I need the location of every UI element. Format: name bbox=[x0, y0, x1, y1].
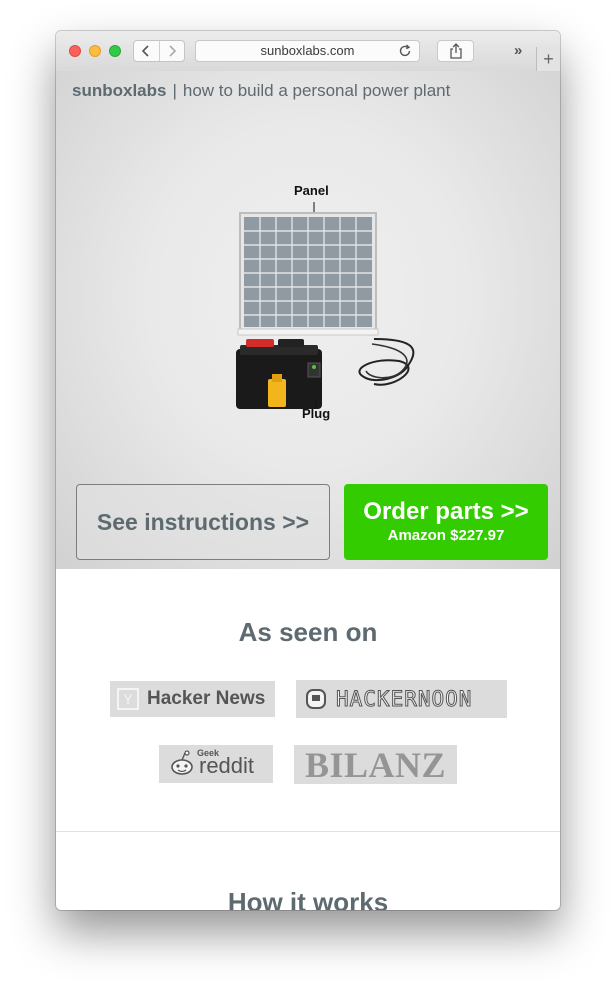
bilanz-logo[interactable]: BILANZ bbox=[294, 744, 457, 785]
reddit-alien-icon bbox=[171, 750, 193, 775]
forward-button[interactable] bbox=[158, 41, 185, 61]
how-it-works-heading: How it works bbox=[227, 887, 389, 910]
hacker-news-text: Hacker News bbox=[147, 688, 266, 709]
new-tab-button[interactable]: + bbox=[536, 47, 560, 71]
site-tagline: how to build a personal power plant bbox=[182, 81, 451, 100]
brand-name[interactable]: sunboxlabs bbox=[72, 81, 166, 100]
header-separator: | bbox=[172, 81, 177, 100]
url-text: sunboxlabs.com bbox=[260, 43, 355, 58]
geek-reddit-logo[interactable]: Geek reddit bbox=[159, 745, 273, 783]
close-window-button[interactable] bbox=[69, 45, 81, 57]
order-price: Amazon $227.97 bbox=[387, 527, 505, 544]
reddit-text: reddit bbox=[199, 753, 255, 778]
reload-icon[interactable] bbox=[397, 43, 413, 59]
section-divider bbox=[56, 831, 560, 832]
site-header: sunboxlabs | how to build a personal power… bbox=[72, 81, 450, 101]
hacker-news-logo[interactable]: Y Hacker News bbox=[110, 681, 275, 717]
see-instructions-button[interactable]: See instructions >> bbox=[76, 484, 330, 560]
order-parts-label: Order parts >> bbox=[363, 498, 529, 525]
hackernoon-text: HACKERNOON bbox=[335, 687, 473, 712]
solar-kit-image bbox=[236, 202, 415, 409]
browser-toolbar: sunboxlabs.com » + bbox=[56, 31, 560, 72]
browser-window: sunboxlabs.com » + sunboxlabs | how to bui… bbox=[56, 31, 560, 910]
chevron-left-icon bbox=[142, 45, 149, 57]
as-seen-on-heading: As seen on bbox=[238, 617, 378, 647]
order-parts-button[interactable]: Order parts >> Amazon $227.97 bbox=[344, 484, 548, 560]
history-nav bbox=[133, 40, 185, 62]
share-button[interactable] bbox=[437, 40, 474, 62]
hero-section: sunboxlabs | how to build a personal power… bbox=[56, 71, 560, 569]
overflow-chevron-icon[interactable]: » bbox=[514, 41, 532, 61]
chevron-right-icon bbox=[169, 45, 176, 57]
bilanz-text: BILANZ bbox=[304, 744, 447, 785]
minimize-window-button[interactable] bbox=[89, 45, 101, 57]
share-icon bbox=[449, 43, 462, 59]
address-bar[interactable]: sunboxlabs.com bbox=[195, 40, 420, 62]
hackernoon-logo[interactable]: HACKERNOON bbox=[296, 680, 507, 718]
hackernoon-helmet-icon bbox=[306, 689, 326, 709]
back-button[interactable] bbox=[134, 41, 159, 61]
maximize-window-button[interactable] bbox=[109, 45, 121, 57]
solar-kit-illustration: Panel Plug bbox=[224, 179, 424, 434]
y-combinator-icon: Y bbox=[117, 688, 139, 710]
